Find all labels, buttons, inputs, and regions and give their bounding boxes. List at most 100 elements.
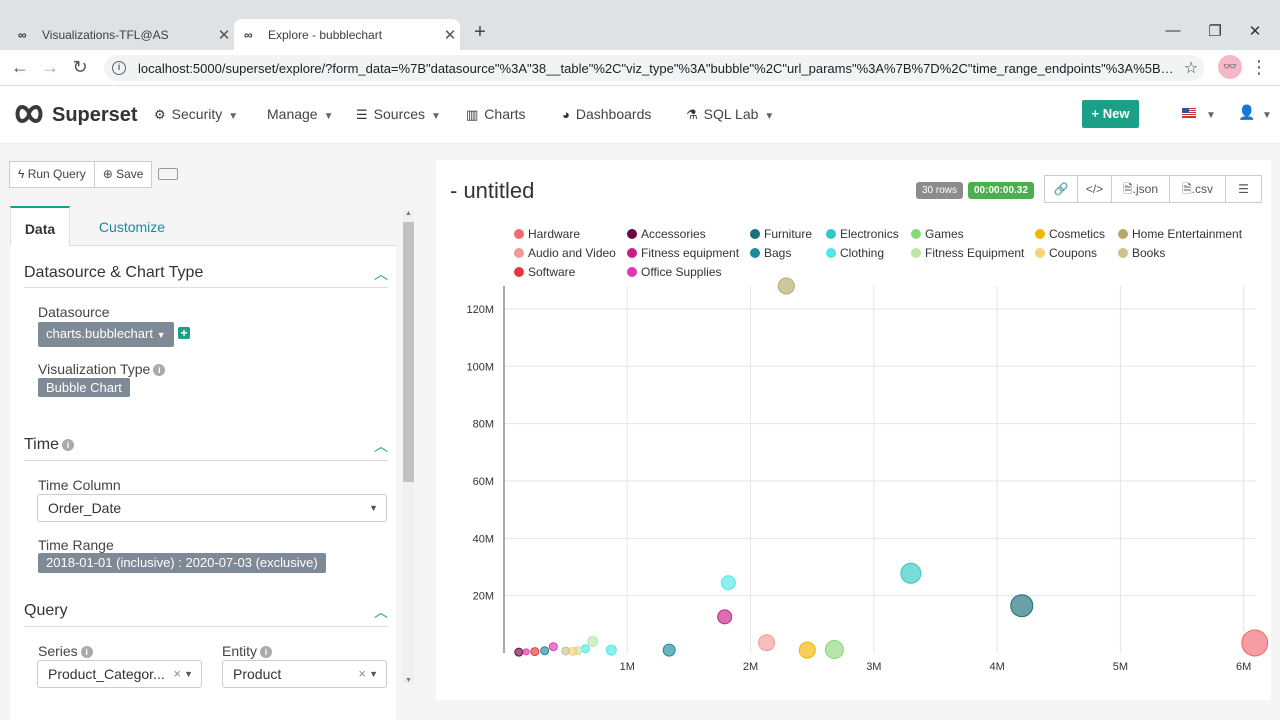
legend-swatch[interactable] <box>627 267 637 277</box>
legend-swatch[interactable] <box>750 248 760 258</box>
bubble-point[interactable] <box>568 646 578 656</box>
browser-tab-visualizations[interactable]: ∞ Visualizations-TFL@AS ✕ <box>8 19 234 50</box>
chevron-up-icon[interactable]: ︿ <box>374 602 388 622</box>
profile-avatar-icon[interactable]: 👓 <box>1218 55 1242 79</box>
legend-swatch[interactable] <box>1035 248 1045 258</box>
legend-label[interactable]: Fitness equipment <box>641 246 740 260</box>
bubble-point[interactable] <box>587 636 599 648</box>
chevron-up-icon[interactable]: ︿ <box>374 264 388 284</box>
bubble-point[interactable] <box>522 648 530 656</box>
datasource-selector[interactable]: charts.bubblechart ▼ <box>38 322 174 347</box>
nav-sql-lab[interactable]: ⚗ SQL Lab ▼ <box>686 106 774 123</box>
legend-swatch[interactable] <box>1118 229 1128 239</box>
legend-swatch[interactable] <box>826 248 836 258</box>
series-select[interactable]: Product_Categor... × ▼ <box>37 660 202 688</box>
reload-icon[interactable]: ↻ <box>68 57 92 78</box>
info-icon[interactable]: i <box>153 364 166 376</box>
legend-swatch[interactable] <box>514 267 524 277</box>
code-icon[interactable]: </> <box>1078 175 1112 203</box>
save-button[interactable]: ⊕ Save <box>94 161 153 188</box>
info-icon[interactable]: i <box>61 439 74 451</box>
url-bar[interactable]: i localhost:5000/superset/explore/?form_… <box>104 55 1204 81</box>
browser-menu-icon[interactable]: ⋮ <box>1250 57 1268 78</box>
close-tab-icon[interactable]: ✕ <box>214 26 234 44</box>
chart-title[interactable]: - untitled <box>450 178 534 204</box>
nav-security[interactable]: ⚙ Security ▼ <box>154 106 238 123</box>
nav-manage[interactable]: Manage ▼ <box>267 106 334 122</box>
us-flag-icon[interactable] <box>1182 108 1196 118</box>
menu-icon[interactable]: ☰ <box>1226 175 1262 203</box>
nav-charts[interactable]: ▥ Charts <box>466 106 526 123</box>
legend-swatch[interactable] <box>627 229 637 239</box>
bubble-point[interactable] <box>720 575 736 591</box>
legend-label[interactable]: Hardware <box>528 227 580 241</box>
bubble-point[interactable] <box>580 644 590 654</box>
legend-label[interactable]: Home Entertainment <box>1132 227 1243 241</box>
scrollbar-thumb[interactable] <box>403 222 414 482</box>
legend-swatch[interactable] <box>911 229 921 239</box>
legend-swatch[interactable] <box>1118 248 1128 258</box>
panel-scrollbar[interactable]: ▲ ▼ <box>403 210 414 684</box>
keyboard-icon[interactable] <box>158 168 178 180</box>
legend-label[interactable]: Clothing <box>840 246 884 260</box>
forward-icon[interactable]: → <box>38 57 62 78</box>
bubble-point[interactable] <box>777 277 795 295</box>
legend-swatch[interactable] <box>1035 229 1045 239</box>
new-button[interactable]: + New <box>1082 100 1139 128</box>
time-column-select[interactable]: Order_Date ▼ <box>37 494 387 522</box>
add-datasource-icon[interactable]: + <box>178 327 190 339</box>
chevron-up-icon[interactable]: ︿ <box>374 436 388 456</box>
user-icon[interactable]: 👤 <box>1238 104 1255 121</box>
legend-swatch[interactable] <box>750 229 760 239</box>
legend-label[interactable]: Electronics <box>840 227 899 241</box>
legend-label[interactable]: Fitness Equipment <box>925 246 1025 260</box>
browser-tab-explore[interactable]: ∞ Explore - bubblechart ✕ <box>234 19 460 50</box>
viz-type-selector[interactable]: Bubble Chart <box>38 378 130 397</box>
legend-label[interactable]: Cosmetics <box>1049 227 1105 241</box>
section-query-header[interactable]: Query ︿ <box>24 602 388 620</box>
export-json-button[interactable]: 🗎.json <box>1112 175 1170 203</box>
bubble-point[interactable] <box>798 641 816 659</box>
nav-dashboards[interactable]: ◕ Dashboards <box>562 106 651 122</box>
tab-data[interactable]: Data <box>10 206 70 246</box>
bubble-point[interactable] <box>530 647 540 657</box>
bookmark-star-icon[interactable]: ☆ <box>1178 58 1204 78</box>
info-icon[interactable]: i <box>80 646 93 658</box>
legend-label[interactable]: Software <box>528 265 576 279</box>
legend-swatch[interactable] <box>826 229 836 239</box>
language-chevron-down-icon[interactable]: ▼ <box>1206 110 1216 121</box>
bubble-point[interactable] <box>758 634 776 652</box>
bubble-point[interactable] <box>662 643 676 657</box>
legend-swatch[interactable] <box>627 248 637 258</box>
back-icon[interactable]: ← <box>8 57 32 78</box>
time-range-selector[interactable]: 2018-01-01 (inclusive) : 2020-07-03 (exc… <box>38 553 326 573</box>
restore-icon[interactable]: ❐ <box>1200 22 1230 40</box>
tab-customize[interactable]: Customize <box>82 206 182 246</box>
link-icon[interactable]: 🔗 <box>1044 175 1078 203</box>
run-query-button[interactable]: ϟ Run Query <box>9 161 95 188</box>
bubble-point[interactable] <box>1241 629 1269 657</box>
bubble-point[interactable] <box>548 642 558 652</box>
bubble-point[interactable] <box>561 646 571 656</box>
scroll-up-icon[interactable]: ▲ <box>403 210 414 217</box>
bubble-point[interactable] <box>900 562 922 584</box>
clear-icon[interactable]: × <box>358 661 366 687</box>
legend-swatch[interactable] <box>514 248 524 258</box>
clear-icon[interactable]: × <box>173 661 181 687</box>
export-csv-button[interactable]: 🗎.csv <box>1170 175 1226 203</box>
legend-label[interactable]: Furniture <box>764 227 812 241</box>
bubble-point[interactable] <box>1010 594 1034 618</box>
legend-label[interactable]: Games <box>925 227 964 241</box>
bubble-point[interactable] <box>514 647 524 657</box>
new-tab-icon[interactable]: + <box>468 21 492 44</box>
legend-label[interactable]: Books <box>1132 246 1165 260</box>
window-close-icon[interactable]: ✕ <box>1240 22 1270 40</box>
superset-logo-icon[interactable] <box>14 102 44 126</box>
bubble-point[interactable] <box>605 644 617 656</box>
close-tab-icon[interactable]: ✕ <box>440 26 460 44</box>
entity-select[interactable]: Product × ▼ <box>222 660 387 688</box>
legend-label[interactable]: Coupons <box>1049 246 1097 260</box>
bubble-point[interactable] <box>824 640 844 659</box>
user-chevron-down-icon[interactable]: ▼ <box>1262 110 1272 121</box>
brand-name[interactable]: Superset <box>52 104 138 127</box>
